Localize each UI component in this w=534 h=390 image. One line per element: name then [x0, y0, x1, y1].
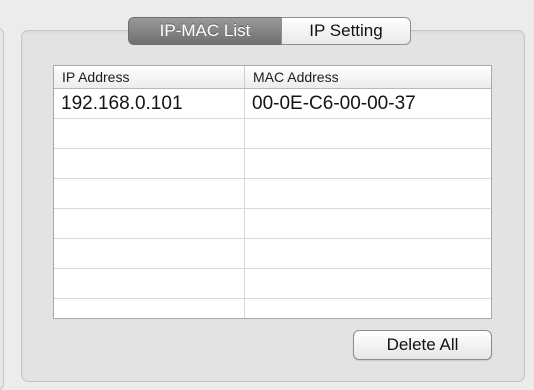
mac-address-cell	[245, 119, 491, 148]
mac-address-cell	[245, 179, 491, 208]
mac-address-cell	[245, 299, 491, 318]
mac-address-column-header[interactable]: MAC Address	[245, 66, 491, 88]
ip-address-cell	[54, 269, 245, 298]
table-row[interactable]	[54, 209, 491, 239]
table-row[interactable]	[54, 269, 491, 299]
mac-address-cell	[245, 239, 491, 268]
ip-address-cell	[54, 299, 245, 318]
tab-bar: IP-MAC List IP Setting	[128, 17, 411, 45]
ip-address-cell: 192.168.0.101	[54, 89, 245, 118]
mac-address-cell: 00-0E-C6-00-00-37	[252, 93, 416, 114]
mac-address-cell	[245, 149, 491, 178]
mac-address-cell	[245, 209, 491, 238]
table-row[interactable]: 192.168.0.101 00-0E-C6-00-00-37	[54, 89, 491, 119]
tab-ip-mac-list[interactable]: IP-MAC List	[128, 17, 281, 45]
delete-all-button[interactable]: Delete All	[353, 330, 492, 360]
table-row[interactable]	[54, 149, 491, 179]
ip-mac-table: IP Address MAC Address 192.168.0.101 00-…	[53, 65, 492, 319]
ip-address-cell	[54, 239, 245, 268]
adjacent-panel-edge	[0, 28, 4, 390]
table-row[interactable]	[54, 179, 491, 209]
table-row[interactable]	[54, 299, 491, 318]
mac-address-cell	[245, 269, 491, 298]
ip-address-column-header[interactable]: IP Address	[54, 66, 245, 88]
table-header: IP Address MAC Address	[54, 66, 491, 89]
ip-address-cell	[54, 179, 245, 208]
ip-address-cell	[54, 149, 245, 178]
table-row[interactable]	[54, 119, 491, 149]
table-row[interactable]	[54, 239, 491, 269]
ip-address-cell	[54, 209, 245, 238]
ip-address-cell	[54, 119, 245, 148]
tab-ip-setting[interactable]: IP Setting	[281, 17, 411, 45]
